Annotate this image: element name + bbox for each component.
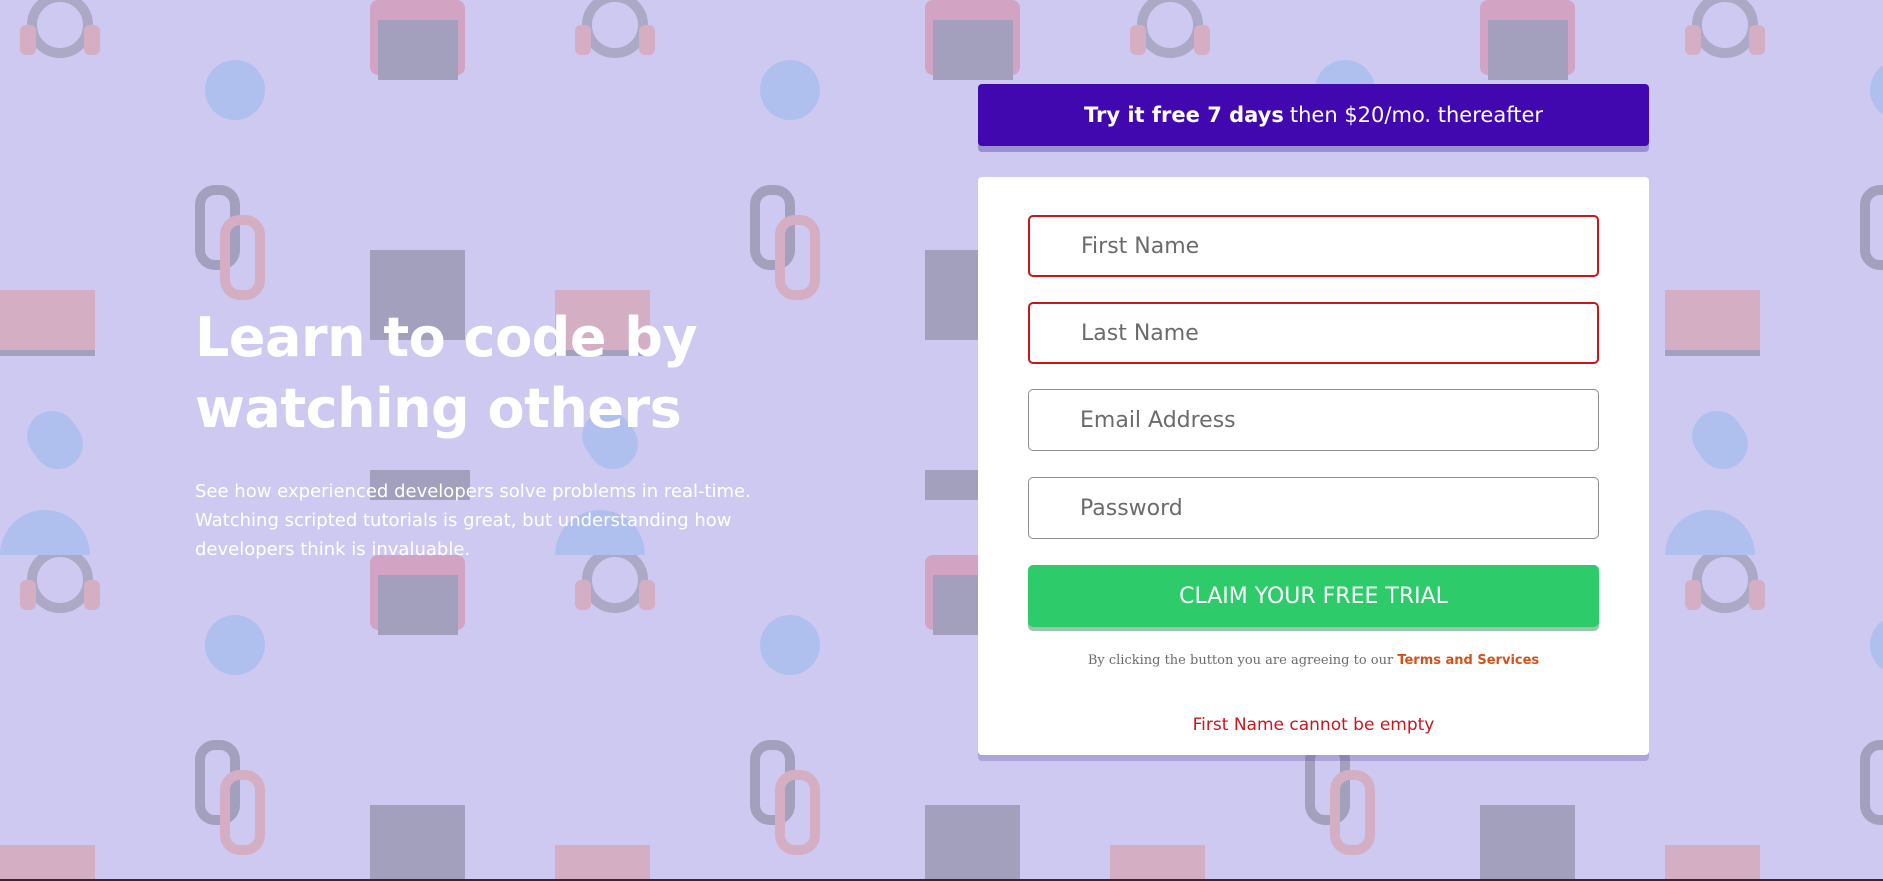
hero-description: See how experienced developers solve pro…	[195, 481, 751, 560]
terms-notice: By clicking the button you are agreeing …	[978, 653, 1649, 668]
email-input[interactable]	[1028, 389, 1599, 451]
terms-link[interactable]: Terms and Services	[1397, 653, 1539, 668]
first-name-input[interactable]	[1028, 215, 1599, 277]
signup-form-card: CLAIM YOUR FREE TRIAL By clicking the bu…	[978, 177, 1649, 755]
error-message: First Name cannot be empty	[1192, 715, 1435, 735]
promo-banner: Try it free 7 days then $20/mo. thereaft…	[978, 84, 1649, 146]
claim-trial-button[interactable]: CLAIM YOUR FREE TRIAL	[1028, 565, 1599, 627]
last-name-input[interactable]	[1028, 302, 1599, 364]
hero-title: Learn to code by watching others	[195, 306, 698, 440]
promo-text: then $20/mo. thereafter	[1289, 103, 1544, 127]
hero-section: Learn to code by watching others See how…	[195, 302, 795, 564]
password-input[interactable]	[1028, 477, 1599, 539]
terms-prefix: By clicking the button you are agreeing …	[1087, 653, 1394, 668]
promo-highlight: Try it free 7 days	[1083, 103, 1284, 127]
